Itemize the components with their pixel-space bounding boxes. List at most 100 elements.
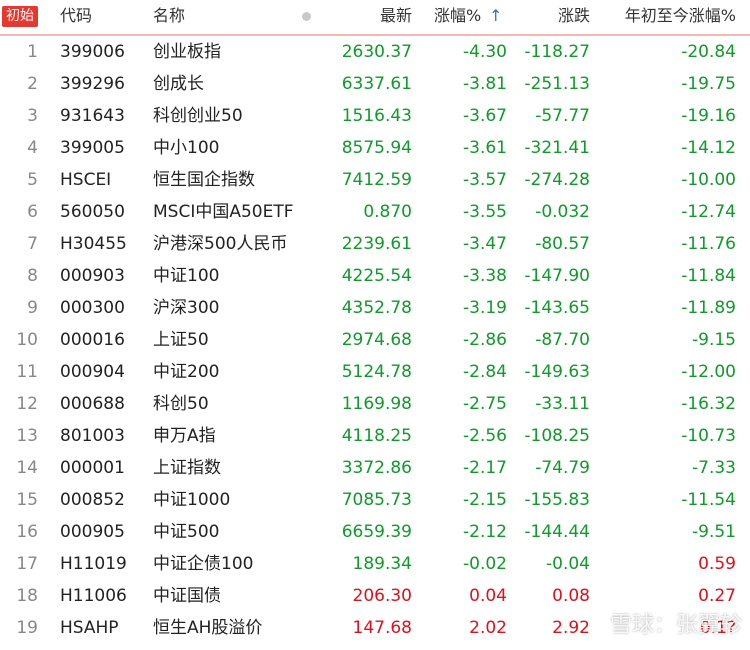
row-index: 4 xyxy=(27,138,38,158)
row-ytd: -11.89 xyxy=(681,298,736,318)
row-code: HSAHP xyxy=(60,618,119,638)
table-row[interactable]: 15 000852 中证1000 7085.73 -2.15 -155.83 -11.54 xyxy=(0,484,750,516)
table-row[interactable]: 2 399296 创成长 6337.61 -3.81 -251.13 -19.75 xyxy=(0,68,750,100)
table-row[interactable]: 9 000300 沪深300 4352.78 -3.19 -143.65 -11.89 xyxy=(0,292,750,324)
row-pct: -2.56 xyxy=(463,426,507,446)
table-body: 1 399006 创业板指 2630.37 -4.30 -118.27 -20.84 2 399… xyxy=(0,36,750,644)
column-header-ytd[interactable]: 年初至今涨幅% xyxy=(625,0,736,32)
table-row[interactable]: 17 H11019 中证企债100 189.34 -0.02 -0.04 0.59 xyxy=(0,548,750,580)
row-chg: -118.27 xyxy=(524,42,590,62)
row-ytd: -11.54 xyxy=(681,490,736,510)
row-chg: -149.63 xyxy=(524,362,590,382)
column-menu-dot-icon[interactable] xyxy=(302,12,311,21)
row-last: 147.68 xyxy=(352,618,412,638)
row-pct: -0.02 xyxy=(463,554,507,574)
table-row[interactable]: 7 H30455 沪港深500人民币 2239.61 -3.47 -80.57 -11.76 xyxy=(0,228,750,260)
table-row[interactable]: 16 000905 中证500 6659.39 -2.12 -144.44 -9.51 xyxy=(0,516,750,548)
watermark: 雪球：张翼轸 xyxy=(610,606,742,646)
row-name: 创成长 xyxy=(153,74,204,94)
row-name: 中证1000 xyxy=(153,490,231,510)
table-row[interactable]: 6 560050 MSCI中国A50ETF 0.870 -3.55 -0.032 -12.7… xyxy=(0,196,750,228)
row-last: 4118.25 xyxy=(341,426,412,446)
row-ytd: -12.74 xyxy=(681,202,736,222)
row-index: 7 xyxy=(27,234,38,254)
row-index: 19 xyxy=(16,618,38,638)
row-pct: -3.57 xyxy=(463,170,507,190)
table-row[interactable]: 4 399005 中小100 8575.94 -3.61 -321.41 -14.12 xyxy=(0,132,750,164)
row-chg: -155.83 xyxy=(524,490,590,510)
row-last: 206.30 xyxy=(352,586,412,606)
row-last: 189.34 xyxy=(352,554,412,574)
column-header-last[interactable]: 最新 xyxy=(380,0,412,32)
row-last: 2974.68 xyxy=(341,330,412,350)
row-name: 科创创业50 xyxy=(153,106,243,126)
row-chg: -33.11 xyxy=(535,394,590,414)
row-pct: -2.15 xyxy=(463,490,507,510)
row-chg: -147.90 xyxy=(524,266,590,286)
row-last: 1169.98 xyxy=(341,394,412,414)
row-code: 399296 xyxy=(60,74,125,94)
row-pct: 0.04 xyxy=(469,586,507,606)
row-ytd: -11.84 xyxy=(681,266,736,286)
row-index: 6 xyxy=(27,202,38,222)
initial-tag-button[interactable]: 初始 xyxy=(2,6,38,27)
column-header-name[interactable]: 名称 xyxy=(153,0,185,32)
table-row[interactable]: 14 000001 上证指数 3372.86 -2.17 -74.79 -7.33 xyxy=(0,452,750,484)
row-pct: -4.30 xyxy=(463,42,507,62)
row-pct: -2.75 xyxy=(463,394,507,414)
table-row[interactable]: 12 000688 科创50 1169.98 -2.75 -33.11 -16.32 xyxy=(0,388,750,420)
row-pct: -3.81 xyxy=(463,74,507,94)
row-chg: -143.65 xyxy=(524,298,590,318)
row-code: 801003 xyxy=(60,426,125,446)
row-name: 中证企债100 xyxy=(153,554,254,574)
row-last: 7085.73 xyxy=(341,490,412,510)
table-row[interactable]: 10 000016 上证50 2974.68 -2.86 -87.70 -9.15 xyxy=(0,324,750,356)
row-name: 中证500 xyxy=(153,522,220,542)
row-name: 创业板指 xyxy=(153,42,221,62)
row-ytd: -20.84 xyxy=(681,42,736,62)
table-row[interactable]: 8 000903 中证100 4225.54 -3.38 -147.90 -11.84 xyxy=(0,260,750,292)
row-name: 恒生AH股溢价 xyxy=(153,618,263,638)
row-index: 5 xyxy=(27,170,38,190)
row-index: 8 xyxy=(27,266,38,286)
row-index: 10 xyxy=(16,330,38,350)
table-row[interactable]: 11 000904 中证200 5124.78 -2.84 -149.63 -12.00 xyxy=(0,356,750,388)
row-last: 2630.37 xyxy=(341,42,412,62)
row-last: 2239.61 xyxy=(341,234,412,254)
table-row[interactable]: 13 801003 申万A指 4118.25 -2.56 -108.25 -10.73 xyxy=(0,420,750,452)
column-header-chg[interactable]: 涨跌 xyxy=(558,0,590,32)
row-name: 中小100 xyxy=(153,138,220,158)
row-ytd: -11.76 xyxy=(681,234,736,254)
row-code: 560050 xyxy=(60,202,125,222)
row-last: 6337.61 xyxy=(341,74,412,94)
row-index: 13 xyxy=(16,426,38,446)
row-code: 000904 xyxy=(60,362,125,382)
column-header-pct[interactable]: 涨幅% xyxy=(434,0,481,32)
row-pct: -3.61 xyxy=(463,138,507,158)
row-code: H11006 xyxy=(60,586,127,606)
row-code: 000905 xyxy=(60,522,125,542)
row-name: 中证国债 xyxy=(153,586,221,606)
sort-ascending-icon[interactable]: ↑ xyxy=(489,0,502,32)
table-row[interactable]: 1 399006 创业板指 2630.37 -4.30 -118.27 -20.84 xyxy=(0,36,750,68)
row-index: 3 xyxy=(27,106,38,126)
row-index: 15 xyxy=(16,490,38,510)
row-code: 000903 xyxy=(60,266,125,286)
row-last: 7412.59 xyxy=(341,170,412,190)
row-pct: -2.17 xyxy=(463,458,507,478)
row-index: 14 xyxy=(16,458,38,478)
row-name: 申万A指 xyxy=(153,426,216,446)
column-header-code[interactable]: 代码 xyxy=(60,0,92,32)
row-name: 中证100 xyxy=(153,266,220,286)
row-code: 000852 xyxy=(60,490,125,510)
row-chg: -0.04 xyxy=(546,554,590,574)
table-row[interactable]: 5 HSCEI 恒生国企指数 7412.59 -3.57 -274.28 -10.00 xyxy=(0,164,750,196)
table-row[interactable]: 3 931643 科创创业50 1516.43 -3.67 -57.77 -19.16 xyxy=(0,100,750,132)
row-last: 4225.54 xyxy=(341,266,412,286)
row-code: HSCEI xyxy=(60,170,112,190)
row-code: 000300 xyxy=(60,298,125,318)
row-last: 1516.43 xyxy=(341,106,412,126)
row-ytd: -10.00 xyxy=(681,170,736,190)
row-name: 中证200 xyxy=(153,362,220,382)
row-chg: -87.70 xyxy=(535,330,590,350)
